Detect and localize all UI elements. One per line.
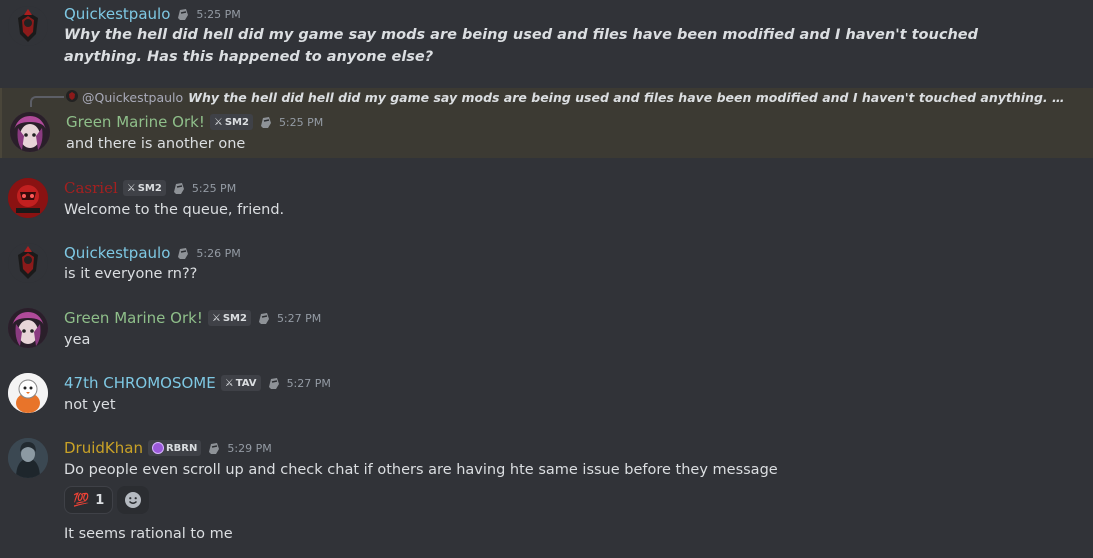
message-text: not yet bbox=[64, 397, 116, 413]
avatar[interactable] bbox=[8, 243, 48, 283]
avatar[interactable] bbox=[8, 178, 48, 218]
avatar[interactable] bbox=[8, 6, 48, 46]
red-warrior-avatar-icon bbox=[8, 178, 48, 218]
message-text: Welcome to the queue, friend. bbox=[64, 202, 285, 218]
hundred-points-icon: 💯 bbox=[73, 492, 90, 508]
reply-text: Why the hell did hell did my game say mo… bbox=[188, 90, 1068, 105]
timestamp: 5:27 PM bbox=[276, 311, 322, 325]
avatar[interactable] bbox=[8, 308, 48, 348]
username[interactable]: DruidKhan bbox=[64, 439, 143, 457]
message-text: Why the hell did hell did my game say mo… bbox=[64, 27, 978, 65]
reply-connector bbox=[30, 96, 64, 107]
message-item: 47th CHROMOSOME ⚔ TAV 5:27 PM not yet bbox=[0, 367, 1093, 423]
message-text: Do people even scroll up and check chat … bbox=[64, 462, 778, 478]
reply-preview[interactable]: @Quickestpaulo Why the hell did hell did… bbox=[66, 90, 1068, 105]
avatar[interactable] bbox=[8, 438, 48, 478]
message-item: DruidKhan RBRN 5:29 PM Do people even sc… bbox=[0, 432, 1093, 558]
reaction-bar: 💯 1 bbox=[64, 486, 150, 514]
timestamp: 5:26 PM bbox=[196, 246, 241, 260]
sword-icon: ⚔ bbox=[224, 377, 234, 389]
message-item: Quickestpaulo 5:25 PM Why the hell did h… bbox=[0, 0, 1093, 80]
username[interactable]: Quickestpaulo bbox=[64, 244, 170, 262]
message-item: Casriel ⚔ SM2 5:25 PM Welcome to the queu… bbox=[0, 172, 1093, 228]
hooded-figure-avatar-icon bbox=[8, 438, 48, 478]
cartoon-bird-avatar-icon bbox=[8, 373, 48, 413]
helmet-icon[interactable] bbox=[174, 244, 192, 262]
timestamp: 5:25 PM bbox=[191, 181, 237, 195]
message-text: and there is another one bbox=[66, 136, 246, 152]
username[interactable]: 47th CHROMOSOME bbox=[64, 374, 216, 392]
timestamp: 5:25 PM bbox=[278, 115, 324, 129]
helmet-icon[interactable] bbox=[170, 179, 188, 197]
timestamp: 5:25 PM bbox=[196, 7, 241, 21]
reply-avatar-icon bbox=[66, 90, 78, 105]
shield-knight-avatar-icon bbox=[8, 243, 48, 283]
message-item-highlighted: @Quickestpaulo Why the hell did hell did… bbox=[0, 88, 1093, 158]
role-tag[interactable]: ⚔ SM2 bbox=[122, 180, 166, 196]
username[interactable]: Casriel bbox=[64, 179, 118, 197]
reaction-count: 1 bbox=[95, 492, 105, 508]
message-item: Quickestpaulo 5:26 PM is it everyone rn?… bbox=[0, 237, 1093, 293]
role-tag[interactable]: RBRN bbox=[147, 440, 202, 456]
role-tag[interactable]: ⚔ SM2 bbox=[209, 114, 253, 130]
username[interactable]: Green Marine Ork! bbox=[64, 309, 203, 327]
sword-icon: ⚔ bbox=[211, 312, 221, 324]
sword-icon: ⚔ bbox=[213, 116, 223, 128]
helmet-icon[interactable] bbox=[255, 309, 273, 327]
anime-girl-avatar-icon bbox=[10, 112, 50, 152]
role-tag[interactable]: ⚔ SM2 bbox=[207, 310, 251, 326]
purple-orb-icon bbox=[151, 442, 164, 454]
message-item: Green Marine Ork! ⚔ SM2 5:27 PM yea bbox=[0, 302, 1093, 358]
shield-knight-avatar-icon bbox=[8, 6, 48, 46]
helmet-icon[interactable] bbox=[174, 5, 192, 23]
reply-mention[interactable]: @Quickestpaulo bbox=[82, 90, 183, 105]
helmet-icon[interactable] bbox=[265, 374, 283, 392]
chat-message-list: Quickestpaulo 5:25 PM Why the hell did h… bbox=[0, 0, 1093, 558]
helmet-icon[interactable] bbox=[205, 439, 223, 457]
timestamp: 5:29 PM bbox=[227, 441, 272, 455]
message-text: is it everyone rn?? bbox=[64, 266, 198, 282]
reaction-hundred[interactable]: 💯 1 bbox=[64, 486, 114, 514]
role-tag[interactable]: ⚔ TAV bbox=[220, 375, 261, 391]
helmet-icon[interactable] bbox=[257, 113, 275, 131]
username[interactable]: Green Marine Ork! bbox=[66, 113, 205, 131]
message-text: yea bbox=[64, 332, 91, 348]
avatar[interactable] bbox=[8, 373, 48, 413]
username[interactable]: Quickestpaulo bbox=[64, 5, 170, 23]
avatar[interactable] bbox=[10, 112, 50, 152]
add-reaction-button[interactable] bbox=[117, 486, 150, 514]
anime-girl-avatar-icon bbox=[8, 308, 48, 348]
message-text-followup: It seems rational to me bbox=[64, 526, 233, 542]
sword-icon: ⚔ bbox=[126, 182, 136, 194]
smiley-icon bbox=[125, 492, 142, 508]
timestamp: 5:27 PM bbox=[286, 376, 331, 390]
